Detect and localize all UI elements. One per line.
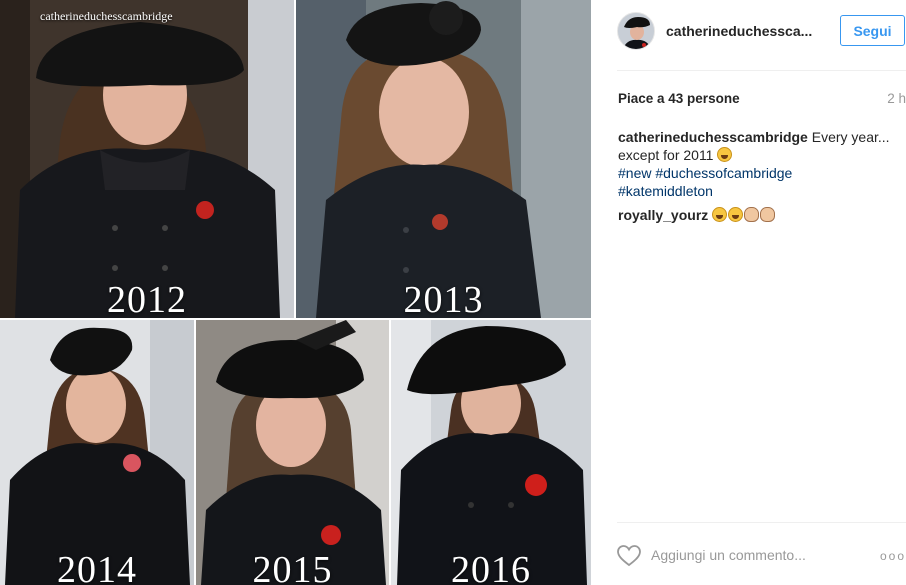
year-label-2014: 2014 [57, 549, 137, 585]
comment-item: royally_yourz [618, 206, 776, 224]
year-label-2016: 2016 [451, 549, 531, 585]
post-photo[interactable]: catherineduchesscambridge 2012 2013 2014… [0, 0, 591, 585]
hashtag-line-1[interactable]: #new #duchessofcambridge [618, 164, 903, 182]
laugh-emoji-icon [712, 207, 728, 222]
avatar[interactable] [617, 12, 655, 50]
photo-2015: 2015 [196, 320, 389, 585]
post-header: catherineduchessca... Segui [617, 12, 906, 52]
caption-username[interactable]: catherineduchesscambridge [618, 129, 808, 145]
footer-divider [617, 522, 906, 523]
clap-emoji-icon [744, 207, 760, 222]
laugh-emoji-icon [717, 147, 733, 162]
hashtag-line-2[interactable]: #katemiddleton [618, 182, 903, 200]
year-label-2012: 2012 [107, 279, 187, 318]
heart-icon[interactable] [617, 545, 641, 572]
comment-input[interactable] [651, 545, 851, 565]
more-options-icon[interactable]: ooo [880, 549, 906, 563]
comment-username[interactable]: royally_yourz [618, 207, 708, 223]
photo-2014: 2014 [0, 320, 194, 585]
laugh-emoji-icon [728, 207, 744, 222]
post-panel: catherineduchessca... Segui Piace a 43 p… [601, 0, 906, 585]
post-time[interactable]: 2 h [887, 91, 906, 106]
comment-footer: ooo [617, 531, 906, 583]
post-caption: catherineduchesscambridge Every year... … [618, 128, 903, 200]
clap-emoji-icon [760, 207, 776, 222]
year-label-2015: 2015 [252, 549, 333, 585]
watermark-text: catherineduchesscambridge [40, 9, 173, 23]
username-link[interactable]: catherineduchessca... [666, 23, 826, 39]
photo-2013: 2013 [296, 0, 591, 318]
follow-button[interactable]: Segui [840, 15, 905, 46]
year-label-2013: 2013 [403, 279, 484, 318]
photo-2016: 2016 [391, 320, 591, 585]
header-divider [617, 70, 906, 71]
photo-2012: catherineduchesscambridge 2012 [0, 0, 294, 318]
likes-count[interactable]: Piace a 43 persone [618, 91, 740, 106]
